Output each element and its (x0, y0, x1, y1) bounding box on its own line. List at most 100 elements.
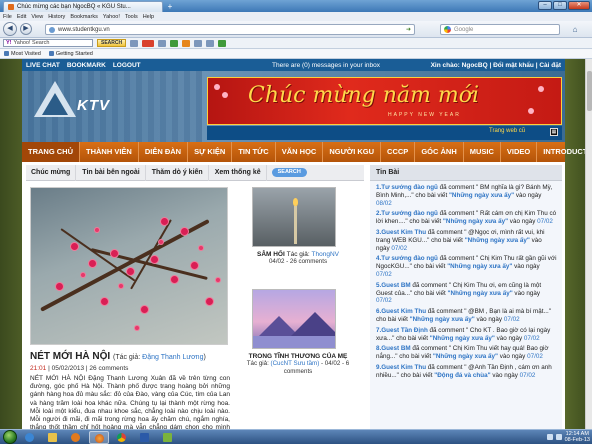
comment-author-link[interactable]: Tư sướng đào ngũ (381, 184, 438, 191)
nav-video[interactable]: VIDEO (501, 142, 538, 162)
music-icon[interactable] (206, 39, 215, 47)
finance-icon[interactable] (194, 39, 203, 47)
address-bar[interactable]: www.studentkgu.vn ➜ (45, 24, 415, 35)
nav-music[interactable]: MUSIC (464, 142, 501, 162)
comment-author-link[interactable]: Guest BM (381, 282, 410, 289)
menu-bookmarks[interactable]: Bookmarks (70, 14, 98, 20)
comment-post-link[interactable]: "Những ngày xưa ấy" (448, 290, 513, 297)
comment-author-link[interactable]: Guest Kim Thu (381, 308, 426, 315)
menu-edit[interactable]: Edit (17, 14, 26, 20)
go-arrow-icon[interactable]: ➜ (406, 26, 411, 33)
side-article-1[interactable]: SÂM HỐI Tác giả: ThongNV 04/02 - 26 comm… (238, 187, 358, 266)
side-article-2-title[interactable]: TRONG TĨNH THƯƠNG CỦA MẸ (238, 353, 358, 360)
grid-icon[interactable]: ▦ (550, 128, 558, 136)
comment-post-link[interactable]: "Những ngày xưa ấy" (447, 263, 512, 270)
comment-post-link[interactable]: "Những ngày xưa ấy" (443, 218, 508, 225)
back-button[interactable]: ◀ (3, 22, 17, 36)
featured-author-name[interactable]: Đặng Thanh Lương (142, 354, 203, 361)
menu-yahoo[interactable]: Yahoo! (103, 14, 120, 20)
comment-post-link[interactable]: "Những ngày xưa ấy" (433, 353, 498, 360)
featured-image[interactable] (30, 187, 228, 345)
menu-view[interactable]: View (31, 14, 43, 20)
comment-post-link[interactable]: "Những ngày xưa ấy" (465, 237, 530, 244)
taskbar-media[interactable] (66, 431, 86, 444)
bookmark-most-visited[interactable]: Most Visited (4, 51, 41, 57)
site-logo-text[interactable]: KTV (77, 97, 110, 114)
home-icon[interactable]: ⌂ (570, 25, 580, 34)
taskbar-word[interactable] (135, 431, 155, 444)
site-logo-icon[interactable] (34, 81, 76, 119)
side-article-2-image[interactable] (252, 289, 336, 349)
close-window-button[interactable]: ✕ (568, 1, 590, 10)
comment-post-link[interactable]: "Động đá và chùa" (434, 372, 490, 379)
network-icon[interactable] (546, 434, 553, 440)
inbox-message[interactable]: There are (0) messages in your inbox (272, 62, 380, 69)
nav-introduction[interactable]: INTRODUCTION (537, 142, 592, 162)
taskbar-chrome[interactable] (112, 431, 132, 444)
tab-external-posts[interactable]: Tin bài bên ngoài (77, 164, 146, 181)
old-website-link[interactable]: Trang web cũ (489, 128, 525, 134)
nav-members[interactable]: THÀNH VIÊN (80, 142, 139, 162)
page-scrollbar[interactable] (585, 59, 592, 429)
side-article-2[interactable]: TRONG TĨNH THƯƠNG CỦA MẸ Tác giả: (CucNT… (238, 289, 358, 376)
menu-tools[interactable]: Tools (125, 14, 138, 20)
logout-link[interactable]: LOGOUT (113, 62, 141, 69)
new-tab-button[interactable]: + (165, 2, 175, 11)
nav-news[interactable]: TIN TỨC (232, 142, 276, 162)
comment-author-link[interactable]: Tư sướng đào ngũ (381, 255, 438, 262)
yahoo-search-button[interactable]: SEARCH (97, 39, 127, 47)
user-greeting[interactable]: Xin chào: NgocBQ | Đổi mật khẩu | Cài đặ… (431, 62, 561, 69)
comment-author-link[interactable]: Guest BM (381, 345, 410, 352)
side-article-2-author[interactable]: (CucNT Sưu tầm) (271, 360, 320, 367)
taskbar-explorer[interactable] (43, 431, 63, 444)
side-article-1-author[interactable]: ThongNV (312, 251, 339, 258)
menu-history[interactable]: History (48, 14, 65, 20)
nav-home[interactable]: TRANG CHỦ (22, 142, 80, 162)
weather-icon[interactable] (182, 39, 191, 47)
menu-file[interactable]: File (3, 14, 12, 20)
featured-title-text[interactable]: NÉT MỚI HÀ NỘI (30, 351, 110, 362)
featured-title[interactable]: NÉT MỚI HÀ NỘI (Tác giả: Đặng Thanh Lươn… (30, 351, 206, 362)
side-article-1-image[interactable] (252, 187, 336, 247)
volume-icon[interactable] (555, 434, 562, 440)
mail-icon[interactable] (130, 39, 139, 47)
nav-photos[interactable]: GÓC ẢNH (415, 142, 464, 162)
live-chat-link[interactable]: LIVE CHAT (26, 62, 60, 69)
messenger-icon[interactable] (158, 39, 167, 47)
forward-button[interactable]: ▶ (20, 23, 32, 35)
featured-date-comments[interactable]: | 05/02/2013 | 26 comments (48, 365, 128, 372)
tab-congratulations[interactable]: Chúc mừng (26, 164, 77, 181)
clock[interactable]: 12:14 AM 08-Feb-13 (565, 431, 590, 443)
comment-author-link[interactable]: Guest Kim Thu (381, 364, 426, 371)
content-search-button[interactable]: SEARCH (271, 168, 307, 177)
maximize-button[interactable]: □ (553, 1, 567, 10)
comment-post-link[interactable]: "Những ngày xưa ấy" (449, 192, 514, 199)
games-icon[interactable] (170, 39, 179, 47)
side-article-1-title[interactable]: SÂM HỐI Tác giả: ThongNV (238, 251, 358, 258)
tab-statistics[interactable]: Xem thống kê (210, 164, 267, 181)
start-button[interactable] (3, 430, 17, 444)
comment-author-link[interactable]: Guest Kim Thu (381, 229, 426, 236)
comment-post-link[interactable]: "Những ngày xưa ấy" (430, 335, 495, 342)
minimize-button[interactable]: – (538, 1, 552, 10)
yahoo-search-input[interactable]: Y! Yahoo! Search (3, 39, 93, 47)
scrollbar-thumb[interactable] (587, 71, 592, 111)
nav-events[interactable]: SỰ KIỆN (188, 142, 233, 162)
taskbar-firefox[interactable] (89, 430, 109, 444)
comment-author-link[interactable]: Guest Tần Định (381, 327, 428, 334)
tab-polls[interactable]: Thăm dò ý kiến (147, 164, 209, 181)
search-bar[interactable]: Google (440, 24, 560, 35)
nav-cccp[interactable]: CCCP (381, 142, 416, 162)
bookmark-link[interactable]: BOOKMARK (67, 62, 106, 69)
taskbar-paint[interactable] (158, 431, 178, 444)
taskbar-ie[interactable] (20, 431, 40, 444)
comment-post-link[interactable]: "Những ngày xưa ấy" (410, 316, 475, 323)
comment-author-link[interactable]: Tư sướng đào ngũ (381, 210, 438, 217)
nav-forum[interactable]: DIỄN ĐÀN (139, 142, 189, 162)
news-icon[interactable] (142, 39, 155, 47)
bookmark-getting-started[interactable]: Getting Started (48, 51, 93, 57)
answers-icon[interactable] (218, 39, 227, 47)
menu-help[interactable]: Help (143, 14, 154, 20)
nav-kgu-people[interactable]: NGƯỜI KGU (323, 142, 382, 162)
browser-tab[interactable]: Chúc mừng các bạn NgocBQ « KGU Stu... (3, 0, 163, 12)
